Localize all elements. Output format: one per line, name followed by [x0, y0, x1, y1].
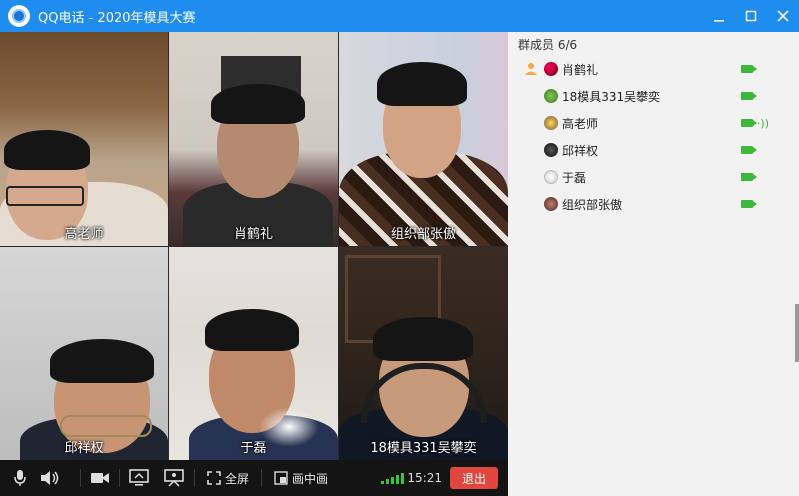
glasses: [60, 415, 152, 437]
window-title: QQ电话 - 2020年模具大赛: [38, 10, 196, 26]
camera-button[interactable]: [81, 460, 119, 496]
member-name: 18模具331吴攀奕: [562, 89, 661, 104]
microphone-button[interactable]: [6, 460, 34, 496]
tile-name: 于磊: [240, 441, 267, 456]
video-tile[interactable]: 高老师: [0, 32, 168, 246]
presentation-button[interactable]: [158, 460, 190, 496]
member-name: 于磊: [562, 170, 587, 185]
pip-icon: [274, 471, 288, 485]
fullscreen-button[interactable]: 全屏: [207, 460, 249, 496]
call-toolbar: 全屏 画中画 15:21 退出: [0, 460, 508, 496]
minimize-button[interactable]: [703, 0, 735, 32]
window-controls: [703, 0, 799, 32]
member-item[interactable]: 组织部张傲: [508, 191, 799, 217]
member-panel: 群成员 6/6 肖鹤礼 18模具331吴攀奕 高老师 ·)) 邱祥权 于磊 组织…: [508, 32, 799, 496]
screen-share-button[interactable]: [120, 460, 158, 496]
avatar: [544, 170, 558, 184]
video-grid: 高老师 肖鹤礼 组织部张傲 邱祥权 于磊 18模具331吴攀奕: [0, 32, 508, 460]
camera-on-icon: [741, 65, 757, 73]
screen-share-icon: [129, 469, 149, 486]
member-name: 邱祥权: [562, 143, 599, 158]
tile-name: 18模具331吴攀奕: [370, 441, 477, 456]
member-item[interactable]: 邱祥权: [508, 137, 799, 163]
tile-name: 高老师: [64, 227, 104, 242]
camera-on-icon: [741, 146, 757, 154]
video-tile[interactable]: 肖鹤礼: [169, 32, 338, 246]
camera-on-icon: [741, 92, 757, 100]
member-name: 组织部张傲: [562, 197, 623, 212]
presentation-icon: [164, 469, 184, 487]
pip-button[interactable]: 画中画: [274, 460, 328, 496]
close-icon: [777, 10, 789, 22]
avatar: [544, 62, 558, 76]
member-item[interactable]: 高老师 ·)): [508, 110, 799, 136]
video-tile[interactable]: 18模具331吴攀奕: [339, 247, 508, 460]
avatar: [544, 143, 558, 157]
speaking-icon: ·)): [756, 116, 769, 130]
microphone-icon: [14, 470, 26, 486]
member-item[interactable]: 于磊: [508, 164, 799, 190]
camera-on-icon: [741, 200, 757, 208]
camera-icon: [91, 473, 109, 483]
member-name: 肖鹤礼: [562, 62, 599, 77]
member-name: 高老师: [562, 116, 599, 131]
tile-name: 组织部张傲: [390, 227, 456, 242]
exit-call-button[interactable]: 退出: [450, 467, 498, 489]
maximize-button[interactable]: [735, 0, 767, 32]
panel-resize-handle[interactable]: [795, 304, 799, 362]
maximize-icon: [745, 10, 757, 22]
avatar: [544, 197, 558, 211]
speaker-button[interactable]: [34, 460, 66, 496]
minimize-icon: [714, 20, 724, 22]
tile-name: 邱祥权: [64, 441, 104, 456]
qq-logo-icon: [8, 5, 30, 27]
video-tile[interactable]: 组织部张傲: [339, 32, 508, 246]
user-icon: [525, 63, 537, 75]
member-item[interactable]: 18模具331吴攀奕: [508, 83, 799, 109]
fullscreen-icon: [207, 471, 221, 485]
video-tile[interactable]: 邱祥权: [0, 247, 168, 460]
tile-name: 肖鹤礼: [233, 227, 273, 242]
member-count-header: 群成员 6/6: [518, 38, 578, 52]
video-tile[interactable]: 于磊: [169, 247, 338, 460]
title-bar: QQ电话 - 2020年模具大赛: [0, 0, 799, 32]
call-duration: 15:21: [407, 471, 442, 485]
avatar: [544, 89, 558, 103]
glasses: [6, 186, 84, 206]
camera-on-icon: [741, 119, 757, 127]
member-item[interactable]: 肖鹤礼: [508, 56, 799, 82]
avatar: [544, 116, 558, 130]
close-button[interactable]: [767, 0, 799, 32]
speaker-icon: [41, 471, 59, 485]
pip-label: 画中画: [292, 471, 329, 486]
fullscreen-label: 全屏: [225, 471, 250, 486]
camera-on-icon: [741, 173, 757, 181]
signal-strength-icon: [381, 472, 404, 484]
